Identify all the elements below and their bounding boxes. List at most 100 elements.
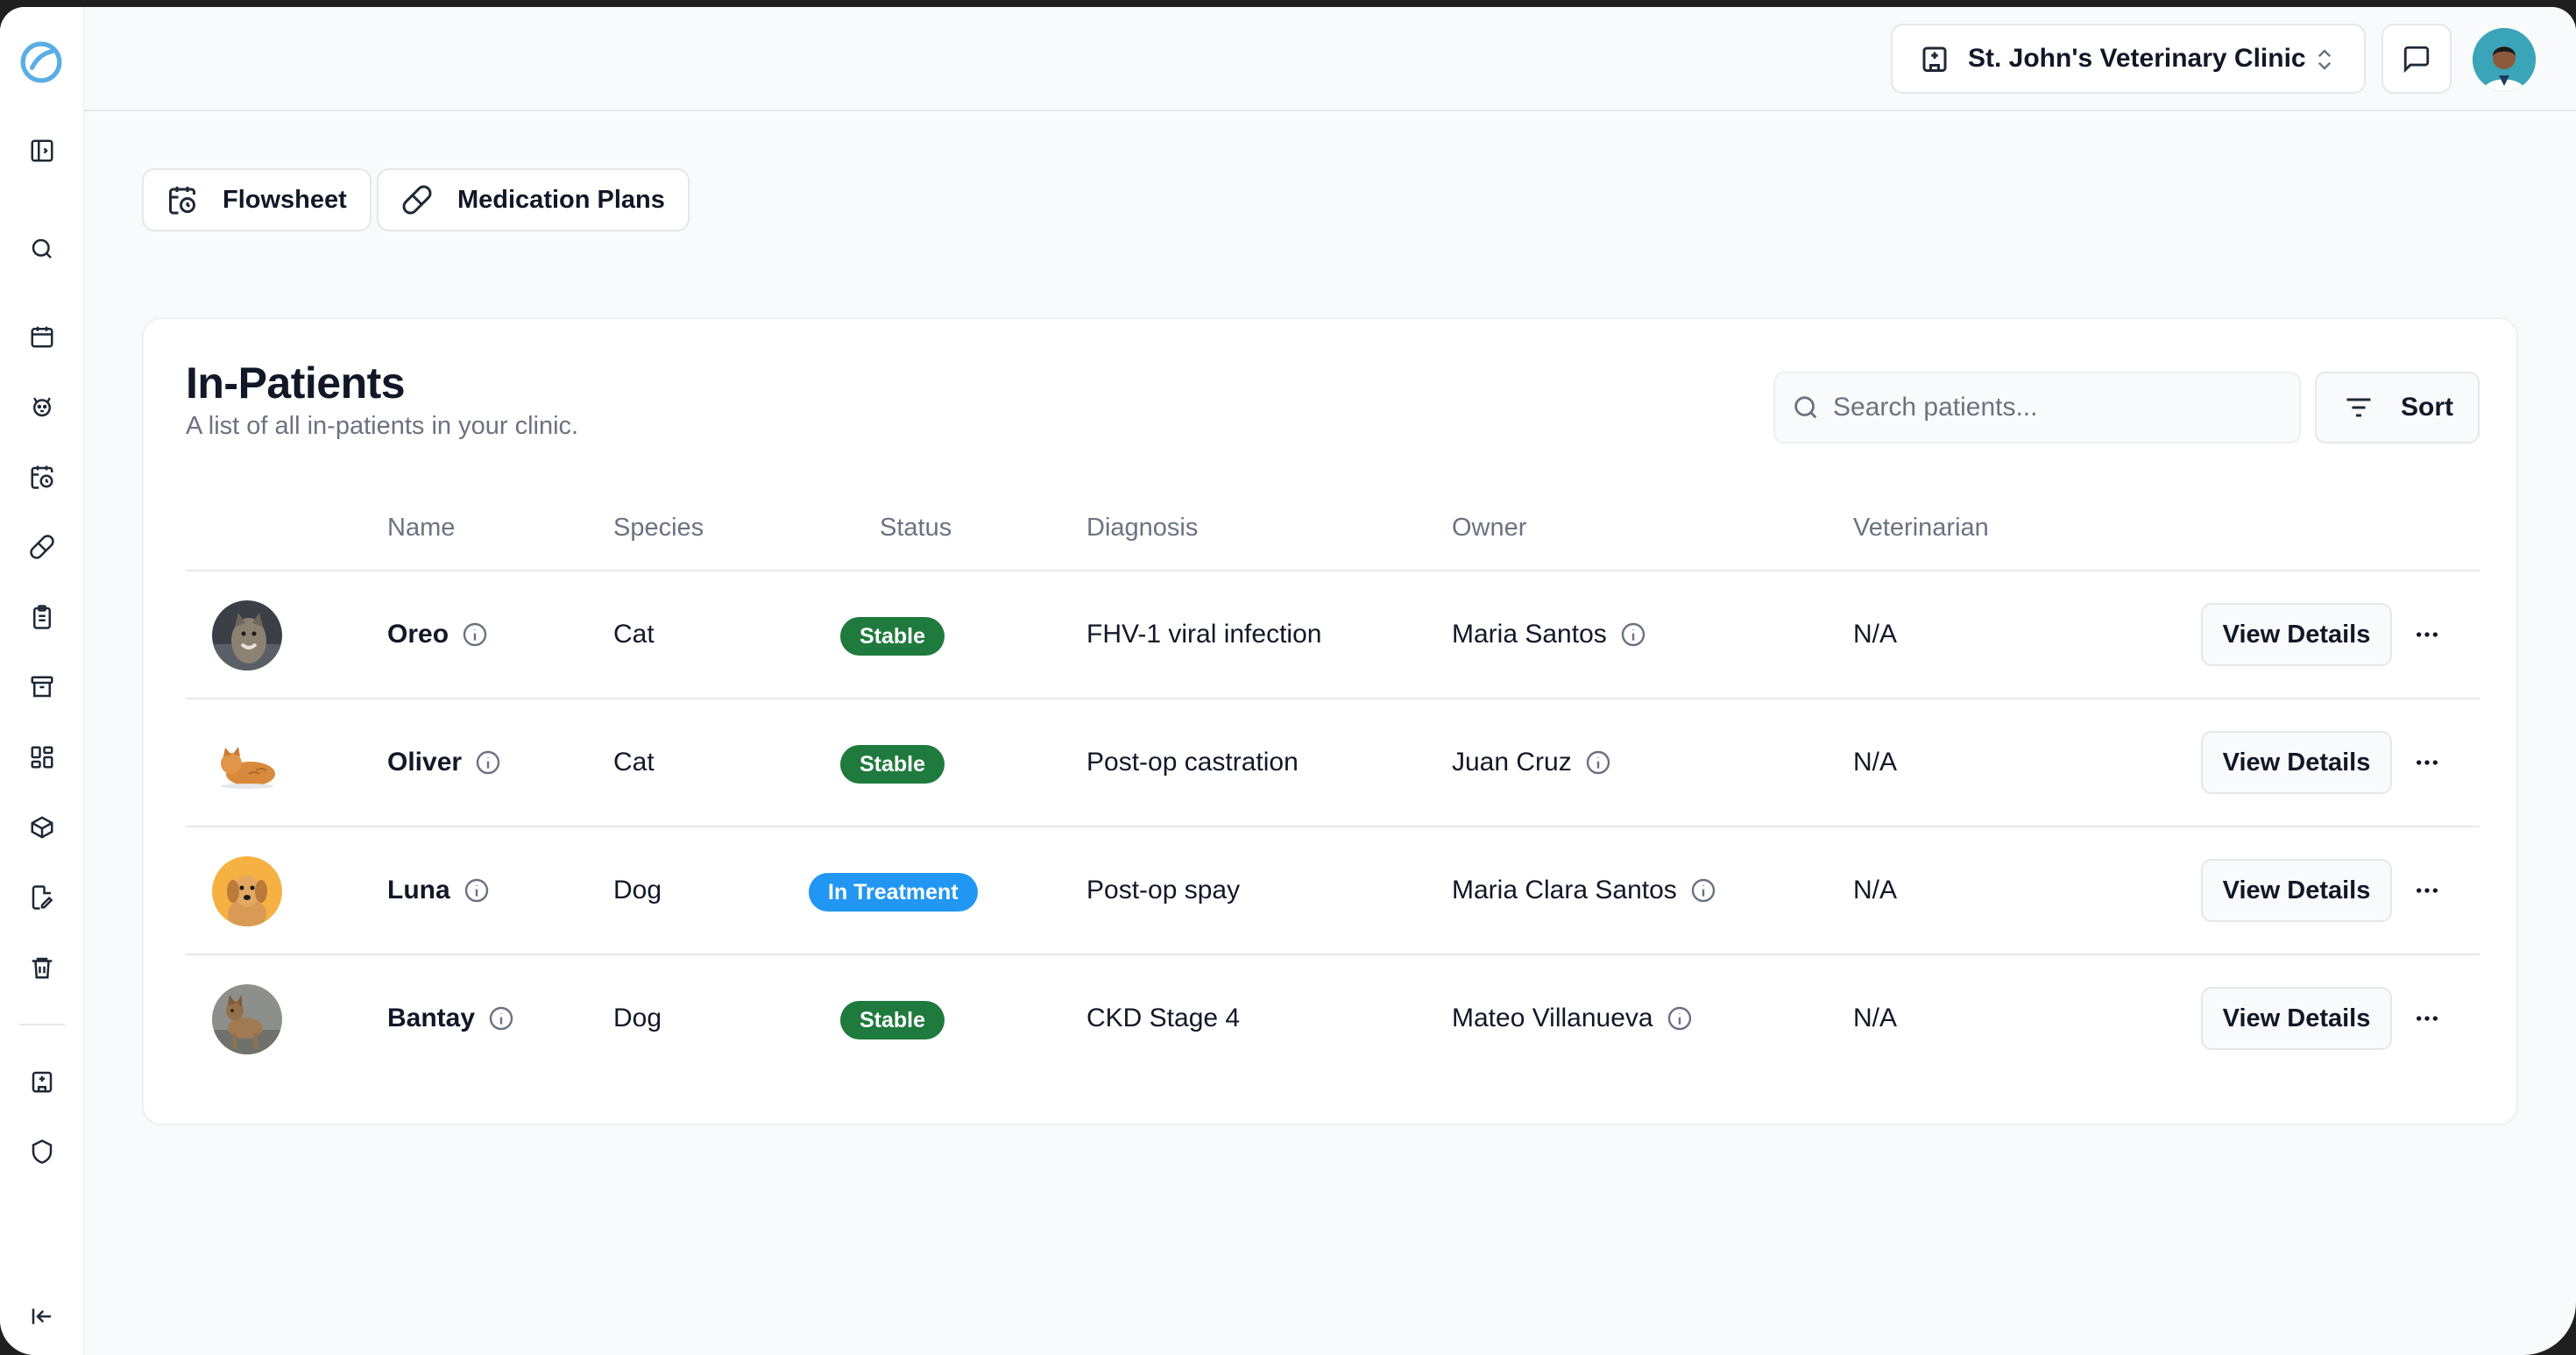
owner-cell[interactable]: Mateo Villanueva xyxy=(1452,955,1694,1082)
info-icon[interactable] xyxy=(463,876,491,905)
diagnosis-cell: FHV-1 viral infection xyxy=(1086,620,1322,649)
trash-icon[interactable] xyxy=(25,950,60,985)
table-row: Oreo Cat Stable FHV-1 viral infection Ma… xyxy=(186,571,2480,699)
info-icon[interactable] xyxy=(487,1004,515,1032)
patient-name-text: Oliver xyxy=(387,748,463,777)
search-icon xyxy=(1794,396,1817,419)
hospital-icon[interactable] xyxy=(25,1064,60,1099)
column-header-owner: Owner xyxy=(1452,514,1527,542)
tab-medication-plans[interactable]: Medication Plans xyxy=(377,168,690,231)
clipboard-icon[interactable] xyxy=(25,599,60,635)
patient-name-text: Oreo xyxy=(387,620,449,649)
sort-button[interactable]: Sort xyxy=(2315,372,2480,443)
pill-icon[interactable] xyxy=(25,529,60,564)
app-window: St. John's Veterinary Clinic Flowsheet M… xyxy=(0,7,2576,1355)
more-horizontal-icon[interactable] xyxy=(2410,875,2445,906)
user-avatar[interactable] xyxy=(2473,28,2536,91)
column-header-name: Name xyxy=(387,514,456,542)
more-horizontal-icon[interactable] xyxy=(2410,619,2445,650)
view-details-button[interactable]: View Details xyxy=(2201,987,2392,1050)
owner-name: Maria Clara Santos xyxy=(1452,876,1677,905)
pet-avatar-oreo xyxy=(212,600,282,670)
info-icon[interactable] xyxy=(461,621,489,649)
tab-flowsheet[interactable]: Flowsheet xyxy=(142,168,372,231)
file-edit-icon[interactable] xyxy=(25,880,60,915)
info-icon[interactable] xyxy=(1619,621,1647,649)
search-input[interactable] xyxy=(1833,393,2289,422)
status-badge: Stable xyxy=(840,745,945,784)
page-title: In-Patients xyxy=(186,358,406,408)
species-cell: Cat xyxy=(613,620,655,649)
calendar-icon[interactable] xyxy=(25,319,60,354)
owner-cell[interactable]: Maria Clara Santos xyxy=(1452,827,1717,954)
pet-avatar-bantay xyxy=(212,984,282,1054)
info-icon[interactable] xyxy=(1666,1004,1694,1032)
owner-cell[interactable]: Juan Cruz xyxy=(1452,699,1612,826)
search-box xyxy=(1773,372,2301,443)
veterinarian-cell: N/A xyxy=(1853,748,1898,777)
more-horizontal-icon[interactable] xyxy=(2410,747,2445,778)
clinic-name: St. John's Veterinary Clinic xyxy=(1968,44,2306,73)
tab-medication-plans-label: Medication Plans xyxy=(457,185,665,214)
owner-name: Mateo Villanueva xyxy=(1452,1004,1653,1032)
status-badge: Stable xyxy=(840,617,945,656)
patient-name[interactable]: Oliver xyxy=(387,699,502,826)
info-icon[interactable] xyxy=(1584,748,1612,777)
sort-label: Sort xyxy=(2401,393,2453,422)
species-cell: Dog xyxy=(613,876,662,905)
tab-flowsheet-label: Flowsheet xyxy=(223,185,347,214)
view-details-button[interactable]: View Details xyxy=(2201,859,2392,922)
species-cell: Cat xyxy=(613,748,655,777)
calendar-clock-icon xyxy=(166,184,198,216)
species-cell: Dog xyxy=(613,1004,662,1032)
panel-toggle-icon[interactable] xyxy=(25,133,60,168)
shield-icon[interactable] xyxy=(25,1134,60,1169)
column-header-status: Status xyxy=(880,514,952,542)
messages-button[interactable] xyxy=(2381,24,2452,94)
owner-cell[interactable]: Maria Santos xyxy=(1452,571,1647,698)
archive-icon[interactable] xyxy=(25,670,60,705)
column-header-species: Species xyxy=(613,514,704,542)
diagnosis-cell: CKD Stage 4 xyxy=(1086,1004,1241,1032)
table-row: Oliver Cat Stable Post-op castration Jua… xyxy=(186,699,2480,827)
chevrons-up-down-icon xyxy=(2311,45,2338,74)
package-icon[interactable] xyxy=(25,810,60,845)
veterinarian-cell: N/A xyxy=(1853,876,1898,905)
patient-name-text: Luna xyxy=(387,876,450,905)
diagnosis-cell: Post-op spay xyxy=(1086,876,1241,905)
search-icon[interactable] xyxy=(25,231,60,266)
diagnosis-cell: Post-op castration xyxy=(1086,748,1299,777)
collapse-icon[interactable] xyxy=(25,1299,60,1334)
logo-icon[interactable] xyxy=(18,39,65,86)
sidebar-divider xyxy=(19,1024,65,1025)
pet-avatar-oliver xyxy=(212,728,282,798)
veterinarian-cell: N/A xyxy=(1853,620,1898,649)
hospital-icon xyxy=(1919,43,1950,74)
owner-name: Juan Cruz xyxy=(1452,748,1572,777)
patient-name[interactable]: Oreo xyxy=(387,571,489,698)
paw-icon[interactable] xyxy=(25,389,60,424)
in-patients-card: In-Patients A list of all in-patients in… xyxy=(142,317,2518,1125)
sidebar xyxy=(0,7,84,1355)
owner-name: Maria Santos xyxy=(1452,620,1607,649)
status-badge: In Treatment xyxy=(809,873,978,912)
info-icon[interactable] xyxy=(1689,876,1717,905)
column-header-diagnosis: Diagnosis xyxy=(1086,514,1199,542)
status-badge: Stable xyxy=(840,1001,945,1039)
column-header-veterinarian: Veterinarian xyxy=(1853,514,1989,542)
pet-avatar-luna xyxy=(212,856,282,926)
veterinarian-cell: N/A xyxy=(1853,1004,1898,1032)
patient-name-text: Bantay xyxy=(387,1004,476,1032)
info-icon[interactable] xyxy=(474,748,502,777)
topbar: St. John's Veterinary Clinic xyxy=(84,7,2576,111)
more-horizontal-icon[interactable] xyxy=(2410,1003,2445,1034)
view-details-button[interactable]: View Details xyxy=(2201,731,2392,794)
message-square-icon xyxy=(2403,46,2430,74)
patient-name[interactable]: Bantay xyxy=(387,955,515,1082)
view-details-button[interactable]: View Details xyxy=(2201,603,2392,666)
table-row: Luna Dog In Treatment Post-op spay Maria… xyxy=(186,827,2480,955)
dashboard-icon[interactable] xyxy=(25,740,60,775)
clinic-switcher[interactable]: St. John's Veterinary Clinic xyxy=(1891,24,2366,94)
calendar-clock-icon[interactable] xyxy=(25,459,60,494)
patient-name[interactable]: Luna xyxy=(387,827,491,954)
